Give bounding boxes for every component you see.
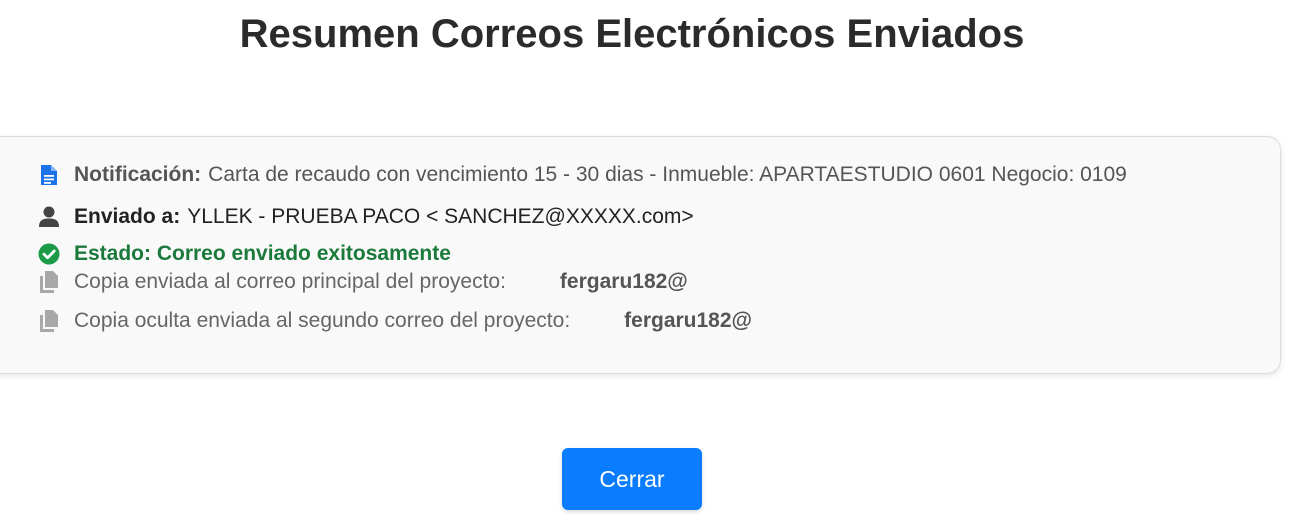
cc-row: Copia enviada al correo principal del pr… (38, 270, 688, 294)
status-row: Estado: Correo enviado exitosamente (38, 242, 451, 266)
notification-row: Notificación: Carta de recaudo con venci… (38, 163, 1127, 187)
bcc-text: Copia oculta enviada al segundo correo d… (74, 309, 571, 332)
close-button[interactable]: Cerrar (562, 448, 702, 510)
notification-value: Carta de recaudo con vencimiento 15 - 30… (208, 163, 1127, 186)
notification-label: Notificación: (74, 163, 202, 186)
copy-icon (38, 309, 60, 333)
recipient-label: Enviado a: (74, 205, 181, 228)
cc-email: fergaru182@ (559, 270, 688, 293)
status-label: Estado: Correo enviado exitosamente (74, 242, 451, 265)
check-circle-icon (38, 242, 60, 266)
cc-text: Copia enviada al correo principal del pr… (74, 270, 506, 293)
bcc-email: fergaru182@ (624, 309, 753, 332)
user-icon (38, 205, 60, 229)
recipient-value: YLLEK - PRUEBA PACO < SANCHEZ@XXXXX.com> (187, 205, 694, 228)
copy-icon (38, 270, 60, 294)
recipient-row: Enviado a: YLLEK - PRUEBA PACO < SANCHEZ… (38, 205, 694, 229)
document-icon (38, 163, 60, 187)
bcc-row: Copia oculta enviada al segundo correo d… (38, 309, 752, 333)
page-title: Resumen Correos Electrónicos Enviados (239, 12, 1025, 56)
